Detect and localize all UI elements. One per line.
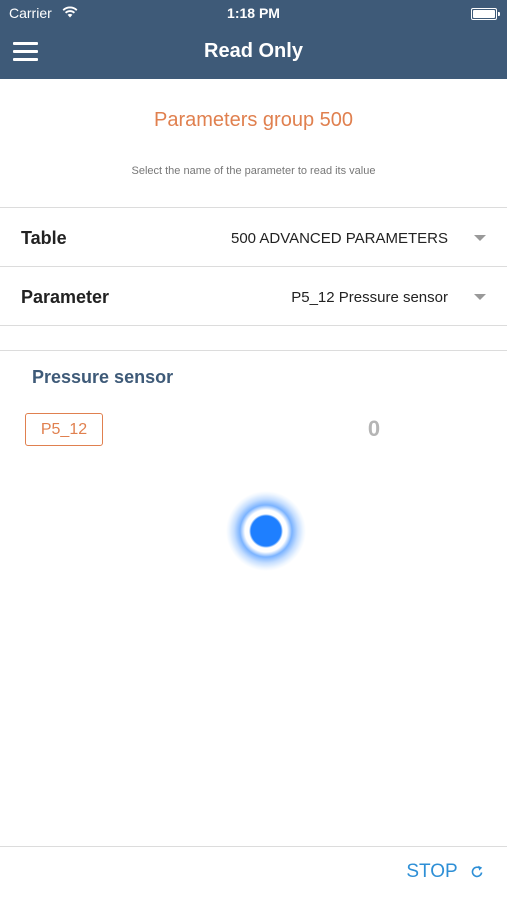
clock: 1:18 PM — [227, 5, 280, 21]
instruction-text: Select the name of the parameter to read… — [131, 165, 376, 177]
refresh-icon — [471, 865, 483, 878]
footer-bar: STOP — [0, 846, 507, 900]
table-label: Table — [21, 228, 67, 248]
sensor-name: Pressure sensor — [32, 367, 174, 387]
divider — [0, 325, 507, 326]
table-value: 500 ADVANCED PARAMETERS — [230, 230, 448, 247]
app-header: Carrier 1:18 PM Read Only — [0, 0, 507, 79]
parameter-value: P5_12 Pressure sensor — [291, 289, 448, 306]
stop-label: STOP — [406, 861, 458, 882]
parameter-select[interactable]: Parameter P5_12 Pressure sensor — [0, 267, 507, 325]
page-title: Read Only — [204, 40, 303, 62]
group-title: Parameters group 500 — [153, 109, 353, 131]
table-select[interactable]: Table 500 ADVANCED PARAMETERS — [0, 208, 507, 266]
divider — [0, 350, 507, 351]
parameter-label: Parameter — [21, 287, 110, 307]
dropdown-caret-icon — [474, 294, 486, 300]
parameter-code-badge: P5_12 — [25, 413, 103, 446]
loading-spinner-icon — [226, 491, 306, 571]
status-bar: Carrier 1:18 PM — [0, 0, 507, 26]
dropdown-caret-icon — [474, 235, 486, 241]
sensor-value: 0 — [367, 416, 381, 441]
battery-icon — [471, 8, 500, 20]
stop-button[interactable]: STOP — [406, 861, 484, 883]
